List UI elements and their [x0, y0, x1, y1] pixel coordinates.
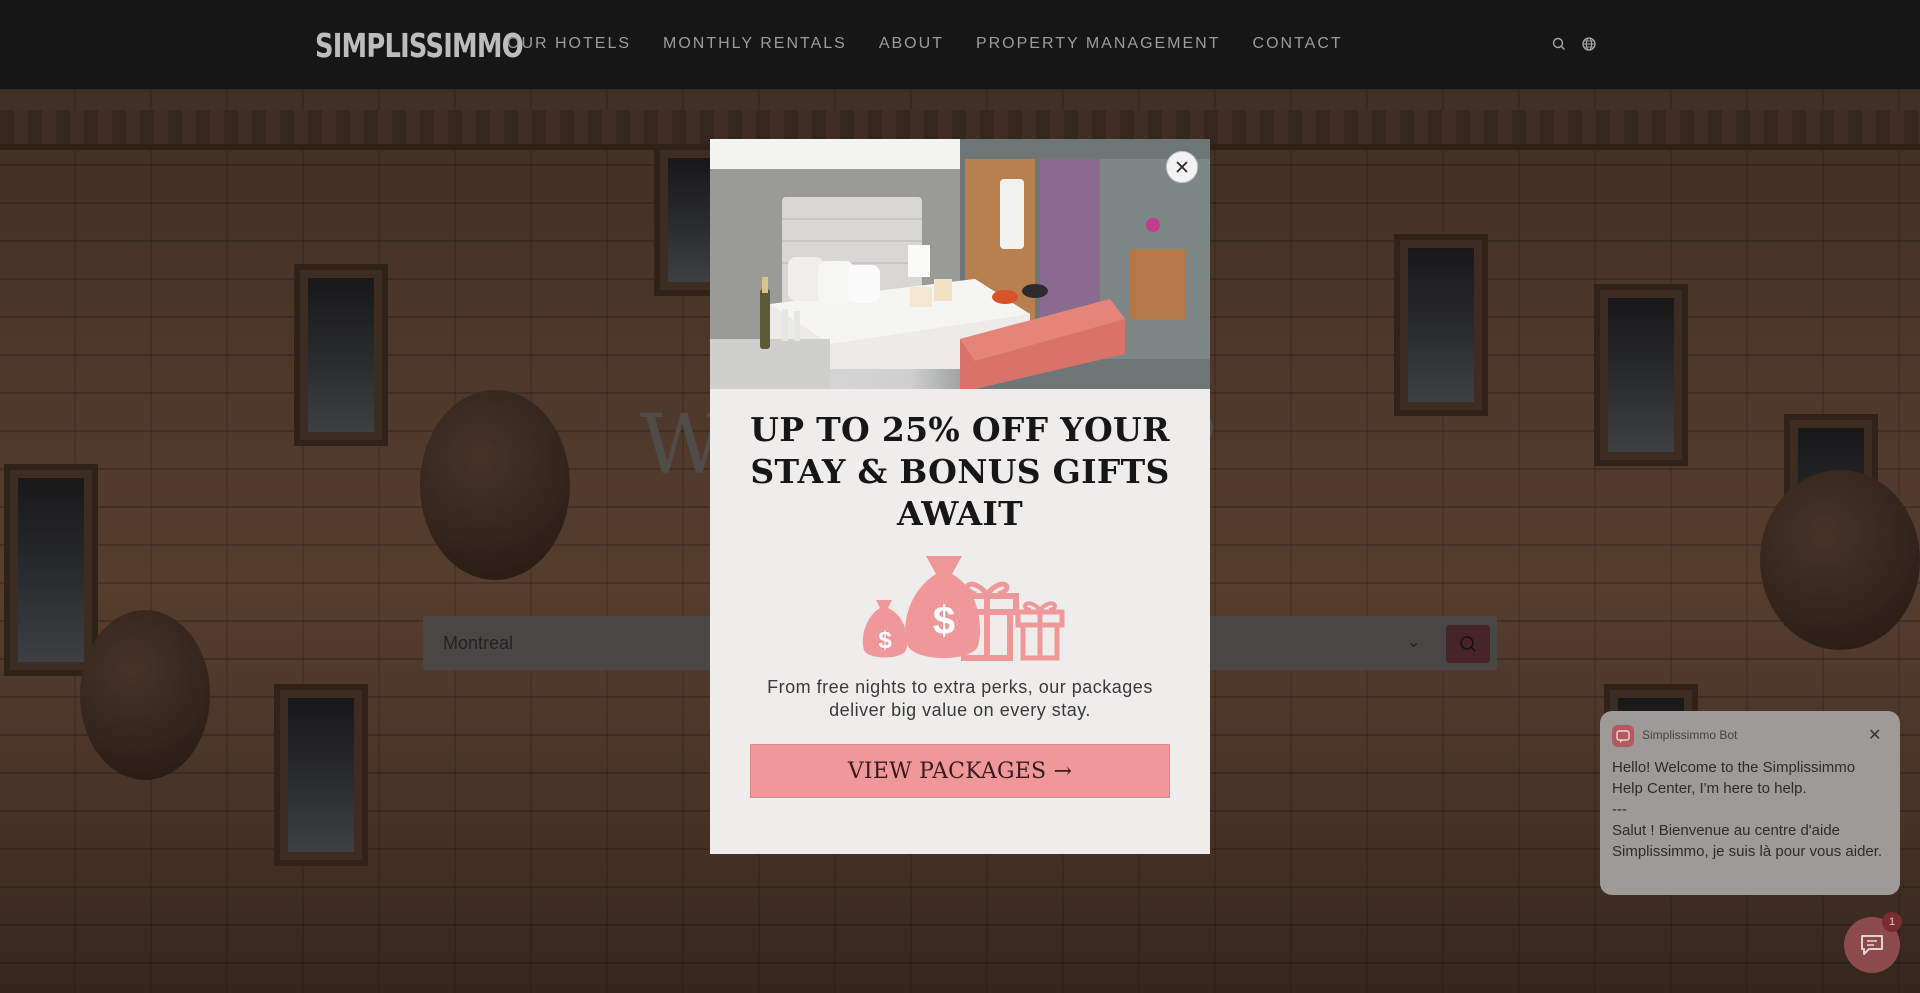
- bot-message: Hello! Welcome to the Simplissimmo Help …: [1612, 759, 1883, 860]
- close-modal-button[interactable]: [1166, 151, 1198, 183]
- globe-icon[interactable]: [1581, 36, 1597, 52]
- chat-bubble-icon: [1616, 730, 1630, 743]
- view-packages-button[interactable]: VIEW PACKAGES →: [750, 744, 1170, 798]
- nav-monthly-rentals[interactable]: MONTHLY RENTALS: [663, 35, 847, 53]
- money-bags-and-gifts-icon: $ $: [862, 556, 1065, 661]
- unread-badge: 1: [1882, 912, 1902, 932]
- close-chat-icon[interactable]: ✕: [1868, 725, 1881, 745]
- site-logo[interactable]: SIMPLISSIMMO: [315, 26, 524, 65]
- modal-title: UP TO 25% OFF YOUR STAY & BONUS GIFTS AW…: [750, 410, 1170, 533]
- chatbot-message-bubble[interactable]: Simplissimmo Bot ✕ Hello! Welcome to the…: [1600, 711, 1900, 895]
- nav-contact[interactable]: CONTACT: [1253, 35, 1343, 53]
- promo-modal: UP TO 25% OFF YOUR STAY & BONUS GIFTS AW…: [710, 139, 1210, 854]
- svg-text:$: $: [878, 627, 892, 654]
- close-icon: [1176, 161, 1188, 173]
- hotel-room-photo: [710, 139, 1210, 389]
- bot-avatar: [1612, 725, 1634, 747]
- bot-name: Simplissimmo Bot: [1642, 728, 1738, 742]
- site-header: SIMPLISSIMMO OUR HOTELS MONTHLY RENTALS …: [0, 0, 1920, 90]
- main-nav: OUR HOTELS MONTHLY RENTALS ABOUT PROPERT…: [507, 35, 1375, 53]
- nav-about[interactable]: ABOUT: [879, 35, 944, 53]
- modal-description: From free nights to extra perks, our pac…: [767, 677, 1153, 720]
- hotel-room-image: [710, 139, 1210, 389]
- chat-icon: [1861, 935, 1883, 955]
- svg-text:$: $: [933, 599, 955, 643]
- nav-our-hotels[interactable]: OUR HOTELS: [507, 35, 631, 53]
- search-icon[interactable]: [1551, 36, 1567, 52]
- nav-property-management[interactable]: PROPERTY MANAGEMENT: [976, 35, 1221, 53]
